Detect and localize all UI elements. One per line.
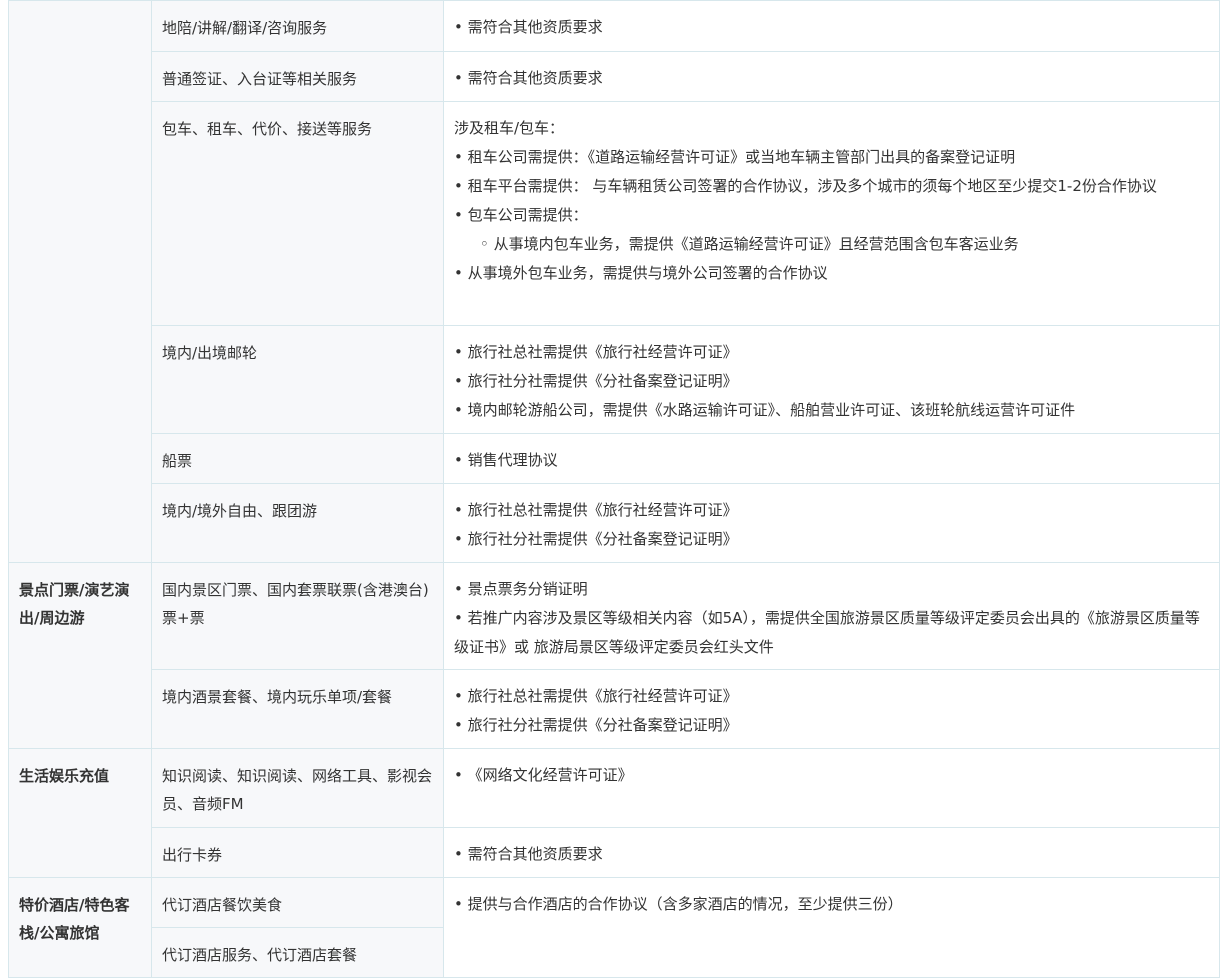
category-label: 特价酒店/特色客栈/公寓旅馆 [19, 896, 130, 942]
service-label: 知识阅读、知识阅读、网络工具、影视会员、音频FM [162, 767, 433, 813]
service-label: 出行卡券 [162, 846, 223, 864]
requirement-item: • 租车平台需提供： 与车辆租赁公司签署的合作协议，涉及多个城市的须每个地区至少… [454, 177, 1157, 195]
requirements-cell: • 提供与合作酒店的合作协议（含多家酒店的情况，至少提供三份） [443, 877, 1220, 978]
service-label: 境内/出境邮轮 [162, 344, 258, 362]
requirement-subitem: ◦ 从事境内包车业务，需提供《道路运输经营许可证》且经营范围含包车客运业务 [480, 235, 1019, 253]
service-label: 代订酒店餐饮美食 [162, 896, 283, 914]
service-label: 普通签证、入台证等相关服务 [162, 70, 358, 88]
category-label: 景点门票/演艺演出/周边游 [19, 581, 130, 627]
requirements-cell: • 旅行社总社需提供《旅行社经营许可证》 • 旅行社分社需提供《分社备案登记证明… [443, 669, 1220, 749]
requirements-cell: • 《网络文化经营许可证》 [443, 748, 1220, 828]
service-cell: 包车、租车、代价、接送等服务 [151, 101, 444, 326]
requirement-item: • 从事境外包车业务，需提供与境外公司签署的合作协议 [454, 264, 828, 282]
requirement-item: • 租车公司需提供：《道路运输经营许可证》或当地车辆主管部门出具的备案登记证明 [454, 148, 1016, 166]
table-row: 普通签证、入台证等相关服务 • 需符合其他资质要求 [9, 51, 1220, 102]
service-cell: 境内酒景套餐、境内玩乐单项/套餐 [151, 669, 444, 749]
table-row: 境内/境外自由、跟团游 • 旅行社总社需提供《旅行社经营许可证》 • 旅行社分社… [9, 483, 1220, 563]
requirement-item: • 销售代理协议 [454, 451, 558, 469]
service-cell: 国内景区门票、国内套票联票(含港澳台) 票+票 [151, 562, 444, 670]
service-label: 包车、租车、代价、接送等服务 [162, 120, 373, 138]
qualification-table: 地陪/讲解/翻译/咨询服务 • 需符合其他资质要求 普通签证、入台证等相关服务 … [8, 0, 1220, 978]
requirement-item: • 需符合其他资质要求 [454, 18, 603, 36]
requirements-cell: • 需符合其他资质要求 [443, 51, 1220, 102]
service-cell: 知识阅读、知识阅读、网络工具、影视会员、音频FM [151, 748, 444, 828]
service-cell: 境内/出境邮轮 [151, 325, 444, 434]
category-cell: 特价酒店/特色客栈/公寓旅馆 [8, 877, 152, 978]
service-cell: 地陪/讲解/翻译/咨询服务 [151, 0, 444, 52]
table-row: 地陪/讲解/翻译/咨询服务 • 需符合其他资质要求 [8, 0, 1220, 563]
requirement-item: • 旅行社分社需提供《分社备案登记证明》 [454, 530, 738, 548]
service-cell: 境内/境外自由、跟团游 [151, 483, 444, 563]
category-label: 生活娱乐充值 [19, 767, 110, 785]
requirements-cell: • 需符合其他资质要求 [443, 827, 1220, 878]
requirement-item: • 若推广内容涉及景区等级相关内容（如5A），需提供全国旅游景区质量等级评定委员… [454, 609, 1200, 656]
requirement-item: • 《网络文化经营许可证》 [454, 766, 633, 784]
service-label: 境内酒景套餐、境内玩乐单项/套餐 [162, 688, 393, 706]
table-row: 境内酒景套餐、境内玩乐单项/套餐 • 旅行社总社需提供《旅行社经营许可证》 • … [9, 669, 1220, 749]
category-cell: 生活娱乐充值 [8, 748, 152, 878]
table-row: 生活娱乐充值 知识阅读、知识阅读、网络工具、影视会员、音频FM • 《网络文化经… [8, 748, 1220, 878]
table-row: 特价酒店/特色客栈/公寓旅馆 代订酒店餐饮美食 • 提供与合作酒店的合作协议（含… [8, 877, 1220, 978]
requirement-item: • 境内邮轮游船公司，需提供《水路运输许可证》、船舶营业许可证、该班轮航线运营许… [454, 401, 1076, 419]
requirements-cell: 涉及租车/包车： • 租车公司需提供：《道路运输经营许可证》或当地车辆主管部门出… [443, 101, 1220, 326]
service-cell: 代订酒店餐饮美食 [151, 877, 444, 928]
requirement-item: • 提供与合作酒店的合作协议（含多家酒店的情况，至少提供三份） [454, 895, 903, 913]
table-row: 景点门票/演艺演出/周边游 国内景区门票、国内套票联票(含港澳台) 票+票 • … [8, 562, 1220, 749]
service-label: 国内景区门票、国内套票联票(含港澳台) 票+票 [162, 581, 429, 627]
table-row: 境内/出境邮轮 • 旅行社总社需提供《旅行社经营许可证》 • 旅行社分社需提供《… [9, 325, 1220, 434]
requirement-item: • 旅行社分社需提供《分社备案登记证明》 [454, 372, 738, 390]
service-cell: 普通签证、入台证等相关服务 [151, 51, 444, 102]
table-row: 包车、租车、代价、接送等服务 涉及租车/包车： • 租车公司需提供：《道路运输经… [9, 101, 1220, 326]
table-row: 出行卡券 • 需符合其他资质要求 [9, 827, 1220, 878]
requirements-cell: • 旅行社总社需提供《旅行社经营许可证》 • 旅行社分社需提供《分社备案登记证明… [443, 483, 1220, 563]
category-cell: 景点门票/演艺演出/周边游 [8, 562, 152, 749]
service-label: 船票 [162, 452, 193, 470]
service-label: 代订酒店服务、代订酒店套餐 [162, 946, 358, 964]
service-cell: 船票 [151, 433, 444, 484]
requirement-item: • 旅行社总社需提供《旅行社经营许可证》 [454, 343, 738, 361]
requirement-item: • 景点票务分销证明 [454, 580, 588, 598]
requirement-item: • 包车公司需提供： [454, 206, 588, 224]
category-cell [8, 0, 152, 563]
requirements-cell: • 旅行社总社需提供《旅行社经营许可证》 • 旅行社分社需提供《分社备案登记证明… [443, 325, 1220, 434]
service-cell: 出行卡券 [151, 827, 444, 878]
requirement-item: • 需符合其他资质要求 [454, 845, 603, 863]
requirements-cell: • 销售代理协议 [443, 433, 1220, 484]
service-label: 地陪/讲解/翻译/咨询服务 [162, 19, 328, 37]
requirement-item: • 旅行社总社需提供《旅行社经营许可证》 [454, 687, 738, 705]
service-label: 境内/境外自由、跟团游 [162, 502, 318, 520]
requirement-item: • 旅行社分社需提供《分社备案登记证明》 [454, 716, 738, 734]
table-row: 船票 • 销售代理协议 [9, 433, 1220, 484]
requirements-cell: • 景点票务分销证明 • 若推广内容涉及景区等级相关内容（如5A），需提供全国旅… [443, 562, 1220, 670]
requirement-item: • 旅行社总社需提供《旅行社经营许可证》 [454, 501, 738, 519]
requirement-heading: 涉及租车/包车： [454, 119, 565, 137]
service-cell: 代订酒店服务、代订酒店套餐 [151, 927, 444, 978]
requirements-cell: • 需符合其他资质要求 [443, 0, 1220, 52]
requirement-item: • 需符合其他资质要求 [454, 69, 603, 87]
